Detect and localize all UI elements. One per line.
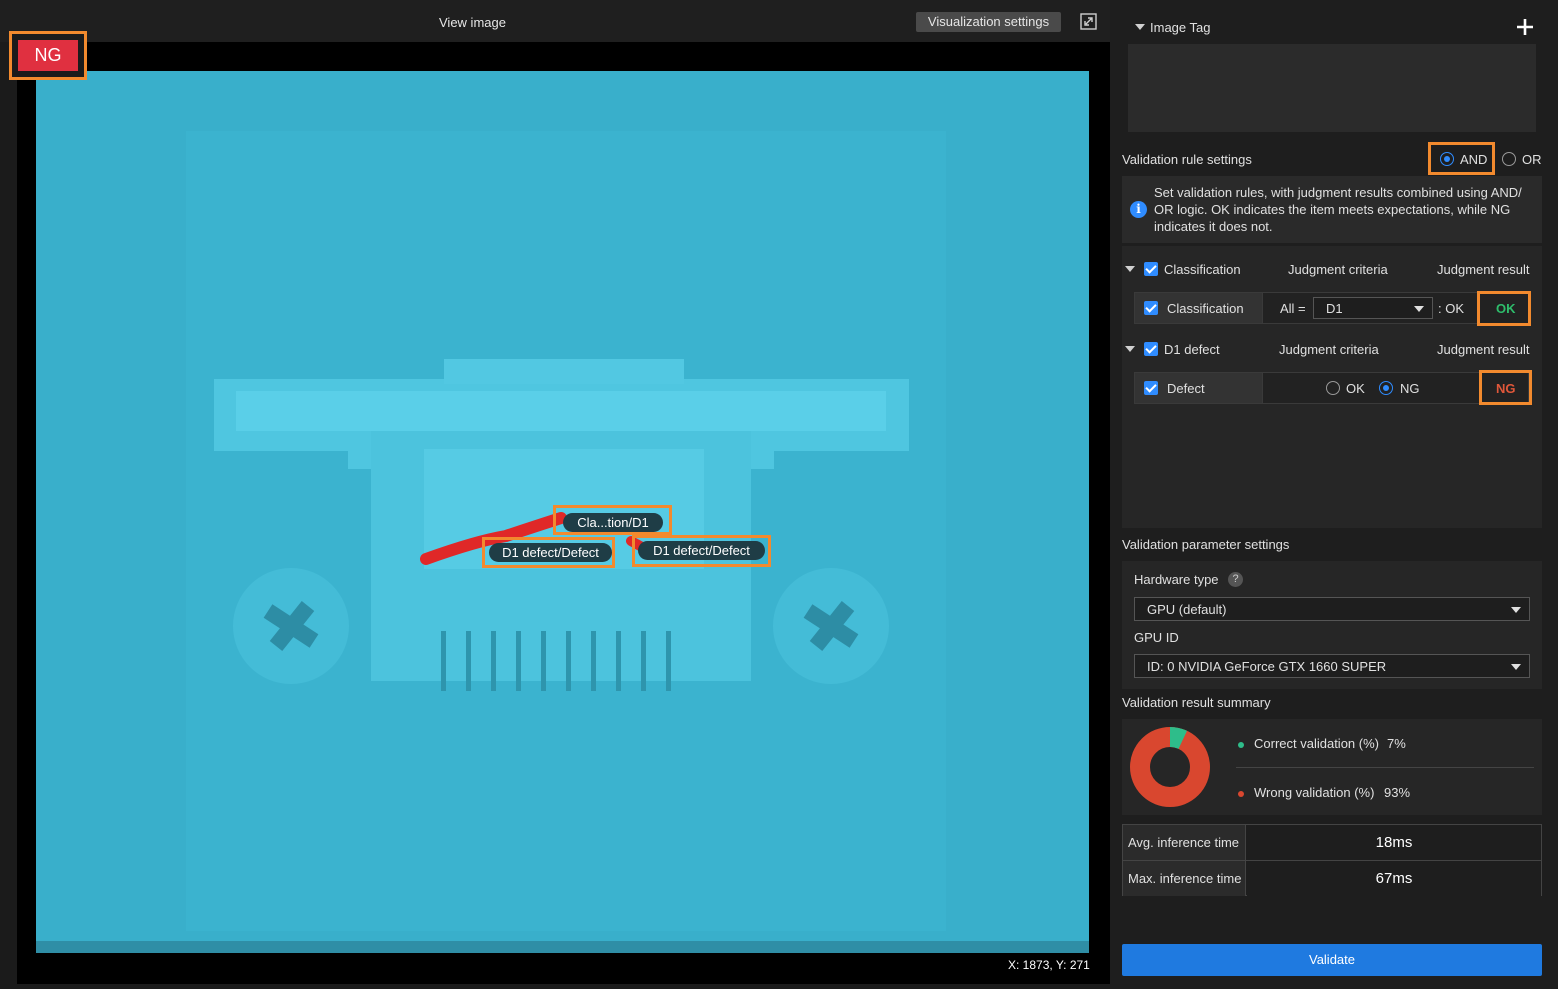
defect-rule-row: Defect OK NG bbox=[1134, 372, 1529, 404]
help-icon[interactable]: ? bbox=[1228, 572, 1243, 587]
gpu-id-label: GPU ID bbox=[1134, 630, 1179, 645]
defect-result: NG bbox=[1496, 381, 1516, 396]
group-name: Classification bbox=[1164, 262, 1241, 277]
info-icon: i bbox=[1130, 201, 1147, 218]
rule-label: Classification bbox=[1167, 301, 1244, 316]
ok-radio[interactable] bbox=[1326, 381, 1340, 395]
right-panel: Image Tag Validation rule settings AND O… bbox=[1110, 0, 1558, 989]
wrong-dot bbox=[1238, 791, 1244, 797]
defect-tag[interactable]: D1 defect/Defect bbox=[638, 541, 765, 560]
hardware-label: Hardware type bbox=[1134, 572, 1219, 587]
criteria-header: Judgment criteria bbox=[1288, 262, 1388, 277]
rule-row-label-cell: Classification bbox=[1135, 293, 1263, 323]
validation-params-title: Validation parameter settings bbox=[1122, 537, 1290, 552]
time-row: Max. inference time 67ms bbox=[1123, 861, 1541, 896]
inference-time-table: Avg. inference time 18ms Max. inference … bbox=[1122, 824, 1542, 896]
viewer-header: View image Visualization settings bbox=[0, 0, 1110, 42]
group-name: D1 defect bbox=[1164, 342, 1220, 357]
time-row: Avg. inference time 18ms bbox=[1123, 825, 1541, 860]
rules-area: Classification Judgment criteria Judgmen… bbox=[1122, 246, 1542, 528]
and-label: AND bbox=[1460, 152, 1488, 167]
summary-divider bbox=[1236, 767, 1534, 768]
expect-label: : OK bbox=[1438, 301, 1465, 316]
ok-label: OK bbox=[1346, 381, 1365, 396]
or-radio[interactable] bbox=[1502, 152, 1516, 166]
rule-label: Defect bbox=[1167, 381, 1205, 396]
time-value: 67ms bbox=[1247, 861, 1541, 896]
result-badge: NG bbox=[9, 31, 87, 80]
collapse-icon[interactable] bbox=[1125, 266, 1135, 272]
defect-rule-checkbox[interactable] bbox=[1144, 381, 1158, 395]
correct-dot bbox=[1238, 742, 1244, 748]
or-label: OR bbox=[1522, 152, 1542, 167]
all-label: All = bbox=[1280, 301, 1306, 316]
info-box: i Set validation rules, with judgment re… bbox=[1122, 176, 1542, 243]
image-viewer: View image Visualization settings NG Cla… bbox=[0, 0, 1110, 989]
result-header: Judgment result bbox=[1437, 342, 1530, 357]
info-text: Set validation rules, with judgment resu… bbox=[1154, 185, 1522, 234]
and-radio[interactable] bbox=[1440, 152, 1454, 166]
params-area: Hardware type ? GPU (default) GPU ID ID:… bbox=[1122, 561, 1542, 689]
result-badge-label: NG bbox=[18, 40, 78, 71]
correct-value: 7% bbox=[1387, 736, 1406, 751]
expand-icon[interactable] bbox=[1080, 13, 1097, 30]
summary-area: Correct validation (%) 7% Wrong validati… bbox=[1122, 719, 1542, 815]
result-header: Judgment result bbox=[1437, 262, 1530, 277]
cursor-coordinates: X: 1873, Y: 271 bbox=[1008, 958, 1090, 972]
defect-tag[interactable]: D1 defect/Defect bbox=[489, 543, 612, 562]
plus-icon[interactable] bbox=[1516, 18, 1534, 36]
collapse-icon[interactable] bbox=[1125, 346, 1135, 352]
image-tag-title: Image Tag bbox=[1150, 20, 1211, 35]
collapse-icon[interactable] bbox=[1135, 24, 1145, 30]
validate-button[interactable]: Validate bbox=[1122, 944, 1542, 976]
result-donut-chart bbox=[1130, 727, 1210, 807]
visualization-settings-button[interactable]: Visualization settings bbox=[916, 12, 1061, 32]
classification-rule-row: Classification All = D1 : OK bbox=[1134, 292, 1529, 324]
classification-tag[interactable]: Cla...tion/D1 bbox=[563, 513, 663, 532]
time-value: 18ms bbox=[1247, 825, 1541, 860]
time-label: Max. inference time bbox=[1123, 861, 1246, 896]
wrong-value: 93% bbox=[1384, 785, 1411, 800]
viewer-title: View image bbox=[439, 15, 506, 30]
class-select[interactable]: D1 bbox=[1313, 297, 1433, 319]
hardware-select[interactable]: GPU (default) bbox=[1134, 597, 1530, 621]
rule-row-label-cell: Defect bbox=[1135, 373, 1263, 403]
ng-label: NG bbox=[1400, 381, 1420, 396]
classification-group-checkbox[interactable] bbox=[1144, 262, 1158, 276]
time-label: Avg. inference time bbox=[1123, 825, 1246, 860]
classification-result: OK bbox=[1496, 301, 1516, 316]
wrong-label: Wrong validation (%) bbox=[1254, 785, 1375, 800]
ng-radio[interactable] bbox=[1379, 381, 1393, 395]
criteria-header: Judgment criteria bbox=[1279, 342, 1379, 357]
classification-rule-checkbox[interactable] bbox=[1144, 301, 1158, 315]
defect-group-checkbox[interactable] bbox=[1144, 342, 1158, 356]
gpu-id-select[interactable]: ID: 0 NVIDIA GeForce GTX 1660 SUPER bbox=[1134, 654, 1530, 678]
summary-title: Validation result summary bbox=[1122, 695, 1271, 710]
correct-label: Correct validation (%) bbox=[1254, 736, 1379, 751]
validation-rule-title: Validation rule settings bbox=[1122, 152, 1252, 167]
image-tag-area[interactable] bbox=[1128, 44, 1536, 132]
